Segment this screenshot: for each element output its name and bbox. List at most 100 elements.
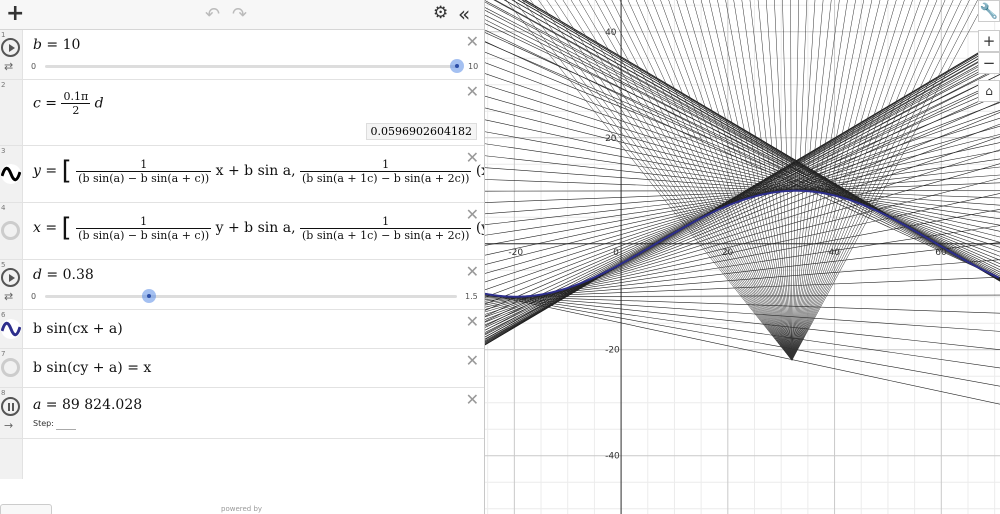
row-gutter: 7 xyxy=(0,349,23,387)
graph-svg[interactable]: -20 0 20 40 60 40 20 -20 -40 xyxy=(485,0,1000,514)
fan-line xyxy=(791,0,978,361)
x-tick-label: 40 xyxy=(829,248,841,258)
close-icon[interactable]: ✕ xyxy=(466,351,479,370)
x-tick-label: 60 xyxy=(935,248,947,258)
expression-row-a[interactable]: 8 → a = 89 824.028 Step: ✕ xyxy=(0,388,484,439)
loop-icon[interactable]: ⇄ xyxy=(4,290,13,303)
line-style-icon[interactable] xyxy=(1,164,21,184)
slider-thumb[interactable] xyxy=(450,59,464,73)
tangent-line xyxy=(485,95,1000,243)
expression-row-c[interactable]: 2 c = 0.1π2 d = 0.0596902604182 ✕ xyxy=(0,80,484,146)
graph-canvas[interactable]: -20 0 20 40 60 40 20 -20 -40 xyxy=(485,0,1000,514)
expression-row-d[interactable]: 5 ⇄ d = 0.38 0 1.5 ✕ xyxy=(0,260,484,310)
row-number: 2 xyxy=(1,81,6,89)
slider-min: 0 xyxy=(31,62,37,71)
fan-line xyxy=(709,0,793,361)
tangent-line xyxy=(485,51,1000,261)
row-gutter xyxy=(0,439,23,479)
row-gutter: 5 ⇄ xyxy=(0,260,23,309)
tangent-line xyxy=(485,101,1000,326)
double-chevron-left-icon[interactable]: « xyxy=(458,0,470,28)
expression-row-y-list[interactable]: 3 y = [ 1 (b sin(a) − b sin(a + c)) x + b… xyxy=(0,146,484,203)
loop-icon[interactable]: ⇄ xyxy=(4,60,13,73)
fan-line xyxy=(791,0,930,361)
close-icon[interactable]: ✕ xyxy=(466,32,479,51)
expression-text[interactable]: b sin(cy + a) = x xyxy=(33,360,151,376)
close-icon[interactable]: ✕ xyxy=(466,205,479,224)
expression-toolbar: + ↶ ↷ ⚙ « xyxy=(0,0,484,30)
row-number: 3 xyxy=(1,147,6,155)
y-tick-label: -40 xyxy=(605,452,620,462)
row-gutter: 4 xyxy=(0,203,23,259)
expression-text[interactable]: d = 0.38 xyxy=(33,267,94,283)
close-icon[interactable]: ✕ xyxy=(466,262,479,281)
fan-line xyxy=(603,0,793,361)
expression-text[interactable]: y = [ 1 (b sin(a) − b sin(a + c)) x + b s… xyxy=(33,156,484,186)
expression-text[interactable]: c = 0.1π 2 d xyxy=(33,90,104,117)
expression-text[interactable]: b sin(cx + a) xyxy=(33,321,123,337)
x-tick-label: -20 xyxy=(508,248,523,258)
zoom-out-button[interactable]: − xyxy=(978,52,1000,74)
hidden-toggle-icon[interactable] xyxy=(1,221,20,240)
slider-thumb[interactable] xyxy=(142,289,157,303)
expression-row-curve[interactable]: 6 b sin(cx + a) ✕ xyxy=(0,310,484,349)
home-icon[interactable]: ⌂ xyxy=(978,80,1000,102)
row-gutter: 1 ⇄ xyxy=(0,30,23,79)
slider-max: 10 xyxy=(468,62,479,71)
slider-track[interactable] xyxy=(45,65,457,68)
tangent-line xyxy=(485,294,1000,332)
undo-icon[interactable]: ↶ xyxy=(205,4,220,25)
row-gutter: 3 xyxy=(0,146,23,202)
keyboard-icon[interactable] xyxy=(0,504,52,514)
slider-max: 1.5 xyxy=(465,292,478,301)
expression-text[interactable]: b = 10 xyxy=(33,37,80,53)
redo-icon[interactable]: ↷ xyxy=(232,4,247,25)
tangent-line xyxy=(485,41,1000,264)
y-tick-label: 40 xyxy=(605,28,617,38)
tangent-line xyxy=(485,293,1000,387)
powered-by-label: powered by xyxy=(221,505,263,513)
tangent-line xyxy=(485,143,1000,220)
row-number: 8 xyxy=(1,389,6,397)
row-gutter: 6 xyxy=(0,310,23,348)
x-tick-label: 20 xyxy=(722,248,734,258)
tangent-line xyxy=(485,84,1000,248)
row-number: 1 xyxy=(1,31,6,39)
expression-text[interactable]: a = 89 824.028 xyxy=(33,397,142,413)
expression-row-empty[interactable] xyxy=(0,439,484,479)
tangent-line xyxy=(485,41,1000,279)
plus-icon[interactable]: + xyxy=(6,0,24,28)
wrench-icon[interactable]: 🔧 xyxy=(978,0,1000,22)
hidden-toggle-icon[interactable] xyxy=(1,358,20,377)
close-icon[interactable]: ✕ xyxy=(466,312,479,331)
expression-row-x-list[interactable]: 4 x = [ 1 (b sin(a) − b sin(a + c)) y + b… xyxy=(0,203,484,260)
tangent-line xyxy=(485,294,1000,350)
evaluated-value: 0.0596902604182 xyxy=(365,123,477,140)
slider-track[interactable] xyxy=(45,295,457,298)
row-number: 4 xyxy=(1,204,6,212)
close-icon[interactable]: ✕ xyxy=(466,148,479,167)
play-icon[interactable] xyxy=(1,268,20,287)
zoom-controls: 🔧 + − ⌂ xyxy=(978,0,1000,102)
zoom-in-button[interactable]: + xyxy=(978,30,1000,52)
step-input[interactable] xyxy=(56,428,76,430)
expression-row-b[interactable]: 1 ⇄ b = 10 0 10 ✕ xyxy=(0,30,484,80)
y-tick-label: -20 xyxy=(605,346,620,356)
close-icon[interactable]: ✕ xyxy=(466,82,479,101)
row-number: 5 xyxy=(1,261,6,269)
expression-text[interactable]: x = [ 1 (b sin(a) − b sin(a + c)) y + b s… xyxy=(33,213,484,243)
line-style-icon[interactable] xyxy=(1,319,21,339)
expression-row-inverse[interactable]: 7 b sin(cy + a) = x ✕ xyxy=(0,349,484,388)
close-icon[interactable]: ✕ xyxy=(466,390,479,409)
gear-icon[interactable]: ⚙ xyxy=(433,3,448,23)
x-tick-label: 0 xyxy=(613,248,619,258)
step-label: Step: xyxy=(33,419,54,428)
pause-icon[interactable] xyxy=(1,397,20,416)
play-icon[interactable] xyxy=(1,38,20,57)
tangent-line xyxy=(485,73,1000,333)
tangent-line-family xyxy=(485,0,1000,405)
y-tick-label: 20 xyxy=(605,134,617,144)
arrow-right-icon[interactable]: → xyxy=(4,419,13,432)
row-gutter: 2 xyxy=(0,80,23,145)
expression-list: 1 ⇄ b = 10 0 10 ✕ 2 c = 0.1π2 d = 0.0596… xyxy=(0,30,484,514)
